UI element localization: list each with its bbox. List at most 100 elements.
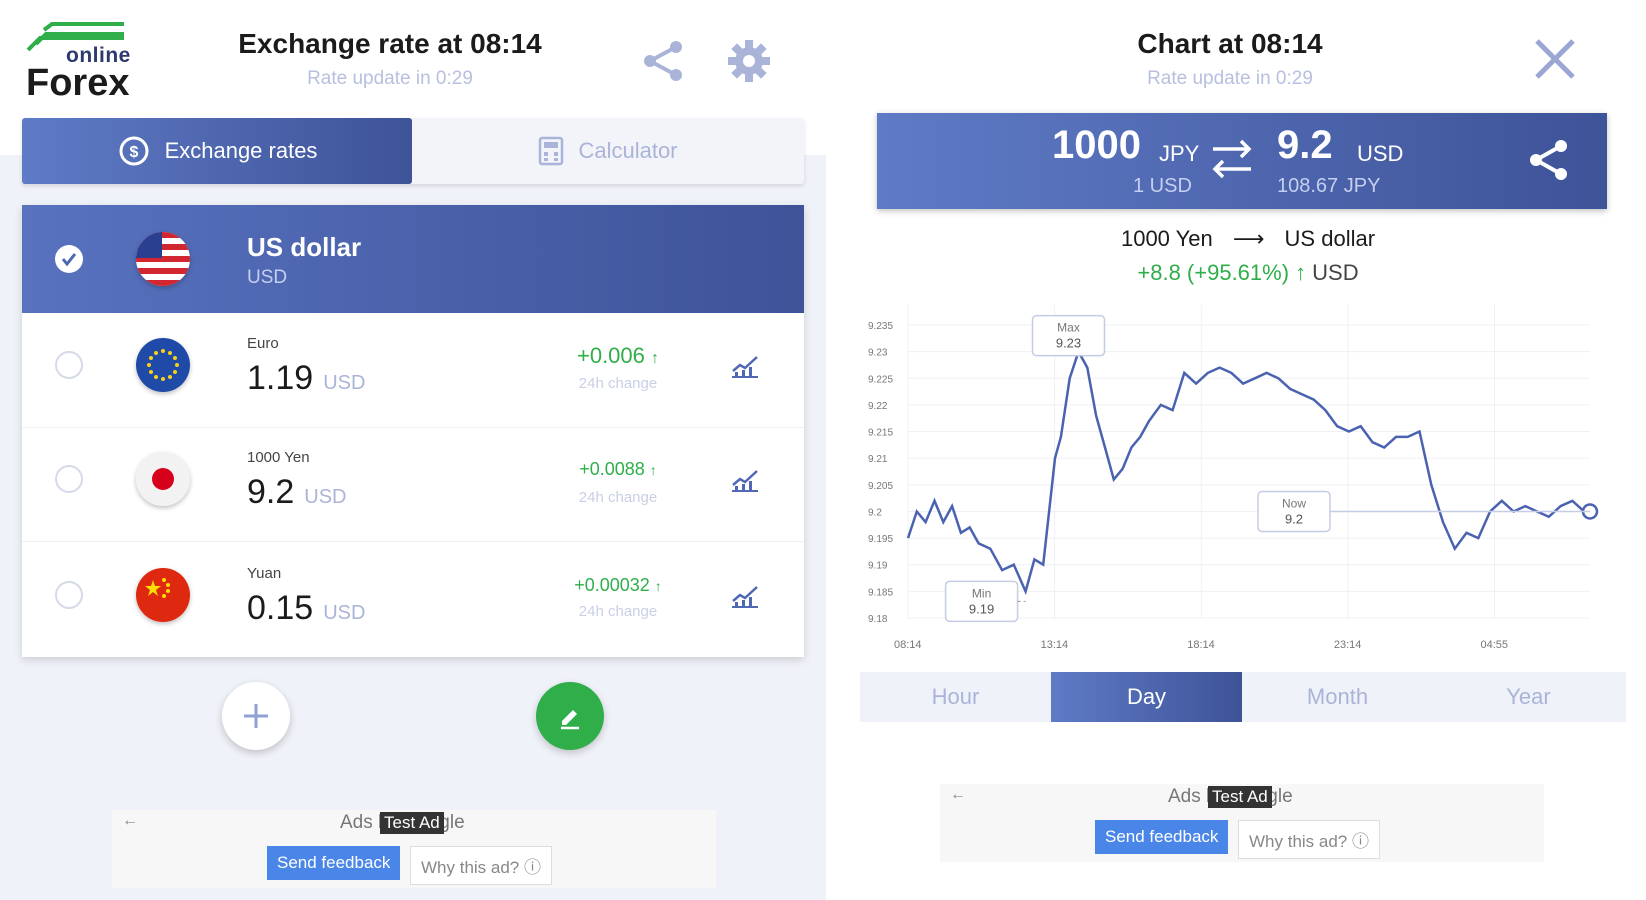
- ad-banner[interactable]: ← Ads by Google Test Ad Send feedback Wh…: [112, 810, 716, 888]
- tab-exchange-rates[interactable]: $ Exchange rates: [22, 118, 412, 184]
- rate-amount-euro: 1.19: [247, 359, 314, 397]
- y-tick-label: 9.22: [868, 401, 888, 412]
- rate-value-yuan: 0.15 USD: [247, 589, 365, 628]
- delta-value: +8.8 (+95.61%) ↑: [1137, 260, 1307, 285]
- change-value-yen: +0.0088: [579, 459, 645, 479]
- send-feedback-button[interactable]: Send feedback: [1095, 820, 1229, 854]
- rate-value-euro: 1.19 USD: [247, 359, 365, 398]
- y-tick-label: 9.185: [868, 587, 893, 598]
- radio-yen[interactable]: [55, 465, 83, 493]
- rate-amount-yuan: 0.15: [247, 589, 314, 627]
- currency-list: US dollar USD Euro 1.19 USD +0.006 ↑ 24h…: [22, 205, 804, 657]
- from-unit: JPY: [1159, 141, 1200, 166]
- add-currency-button[interactable]: [222, 682, 290, 750]
- change-value-euro: +0.006: [576, 343, 645, 368]
- swap-button[interactable]: [1207, 135, 1257, 188]
- y-tick-label: 9.225: [868, 374, 893, 385]
- y-tick-label: 9.2: [868, 507, 882, 518]
- radio-euro[interactable]: [55, 351, 83, 379]
- chart-button-yen[interactable]: [730, 465, 760, 495]
- rate-unit-yuan: USD: [323, 602, 366, 624]
- x-tick-label: 23:14: [1334, 639, 1362, 651]
- tab-exchange-rates-label: Exchange rates: [164, 138, 318, 163]
- currency-pair: 1000 Yen ⟶ US dollar: [850, 226, 1646, 252]
- china-flag-icon: [136, 568, 190, 622]
- exchange-rates-screen: online Forex Exchange rate at 08:14 Rate…: [0, 0, 826, 900]
- base-currency-row[interactable]: US dollar USD: [22, 205, 804, 313]
- change-label-yuan: 24h change: [578, 603, 658, 620]
- now-annotation-value: 9.2: [1285, 511, 1303, 526]
- delta-unit: USD: [1312, 260, 1359, 285]
- period-hour[interactable]: Hour: [860, 672, 1051, 722]
- rate-unit-euro: USD: [323, 372, 366, 394]
- test-ad-tag: Test Ad: [1208, 786, 1272, 808]
- japan-flag-icon: [136, 452, 190, 506]
- ad-banner-right[interactable]: ← Ads by Google Test Ad Send feedback Wh…: [940, 784, 1544, 862]
- pencil-icon: [561, 710, 579, 730]
- base-currency-name: US dollar: [247, 232, 362, 262]
- change-euro: +0.006 ↑: [576, 343, 660, 368]
- close-button[interactable]: [1532, 36, 1578, 87]
- x-tick-label: 04:55: [1481, 639, 1509, 651]
- period-day[interactable]: Day: [1051, 672, 1242, 722]
- y-tick-label: 9.195: [868, 534, 893, 545]
- pair-arrow-icon: ⟶: [1232, 226, 1265, 251]
- y-tick-label: 9.18: [868, 614, 888, 625]
- tab-calculator-label: Calculator: [578, 138, 678, 163]
- swap-arrows-icon: [1212, 139, 1252, 179]
- pair-from: 1000 Yen: [1120, 226, 1213, 251]
- ad-back-icon[interactable]: ←: [950, 786, 966, 804]
- list-item-yen[interactable]: 1000 Yen 9.2 USD +0.0088 ↑ 24h change: [22, 427, 804, 541]
- forex-logo: online Forex: [26, 20, 136, 104]
- max-annotation-value: 9.23: [1056, 336, 1081, 351]
- base-currency-radio[interactable]: [55, 245, 83, 273]
- rate-chart[interactable]: 9.18 9.185 9.19 9.195 9.2 9.205 9.21 9.215 9.22 9…: [850, 300, 1646, 670]
- currency-name-euro: Euro: [247, 335, 279, 352]
- share-icon: [644, 41, 682, 81]
- x-tick-label: 08:14: [894, 639, 922, 651]
- list-item-yuan[interactable]: Yuan 0.15 USD +0.00032 ↑ 24h change: [22, 541, 804, 657]
- test-ad-tag: Test Ad: [380, 812, 444, 834]
- series-line: [906, 348, 1590, 596]
- max-annotation-label: Max: [1057, 321, 1080, 335]
- share-button[interactable]: [640, 38, 686, 89]
- change-label-euro: 24h change: [578, 375, 658, 392]
- edit-list-button[interactable]: [536, 682, 604, 750]
- send-feedback-button[interactable]: Send feedback: [267, 846, 401, 880]
- tab-calculator[interactable]: Calculator: [412, 118, 804, 184]
- page-title: Exchange rate at 08:14: [238, 28, 542, 59]
- svg-text:$: $: [129, 144, 138, 161]
- x-tick-label: 13:14: [1041, 639, 1069, 651]
- trend-chart-icon: [732, 470, 758, 492]
- period-month[interactable]: Month: [1242, 672, 1433, 722]
- to-amount: 9.2: [1277, 123, 1333, 167]
- change-yen: +0.0088 ↑: [579, 459, 657, 479]
- list-item-euro[interactable]: Euro 1.19 USD +0.006 ↑ 24h change: [22, 313, 804, 427]
- calculator-icon: [539, 136, 564, 166]
- pair-to: US dollar: [1284, 226, 1376, 251]
- logo-forex-text: Forex: [26, 62, 130, 104]
- y-tick-label: 9.21: [868, 454, 888, 465]
- rate-value-yen: 9.2 USD: [247, 473, 347, 512]
- chart-button-yuan[interactable]: [730, 581, 760, 611]
- ad-back-icon[interactable]: ←: [122, 812, 138, 830]
- trend-chart-icon: [732, 586, 758, 608]
- settings-button[interactable]: [726, 38, 772, 89]
- radio-yuan[interactable]: [55, 581, 83, 609]
- x-tick-label: 18:14: [1187, 639, 1215, 651]
- why-this-ad-button[interactable]: Why this ad? ⓘ: [1238, 820, 1380, 859]
- change-value-yuan: +0.00032: [574, 575, 650, 595]
- tab-bar: $ Exchange rates Calculator: [22, 118, 804, 184]
- share-icon: [1530, 140, 1567, 180]
- chart-button-euro[interactable]: [730, 351, 760, 381]
- rate-unit-yen: USD: [304, 486, 347, 508]
- min-annotation-label: Min: [972, 586, 991, 600]
- why-this-ad-button[interactable]: Why this ad? ⓘ: [410, 846, 552, 885]
- y-tick-label: 9.19: [868, 561, 888, 572]
- chart-screen: Chart at 08:14 Rate update in 0:29 1000 …: [850, 0, 1646, 900]
- share-conversion-button[interactable]: [1527, 137, 1571, 188]
- check-icon: [61, 253, 77, 267]
- period-year[interactable]: Year: [1433, 672, 1624, 722]
- conversion-banner: 1000 JPY 1 USD 9.2 USD 108.67 JPY: [877, 113, 1607, 209]
- to-unit: USD: [1357, 141, 1404, 166]
